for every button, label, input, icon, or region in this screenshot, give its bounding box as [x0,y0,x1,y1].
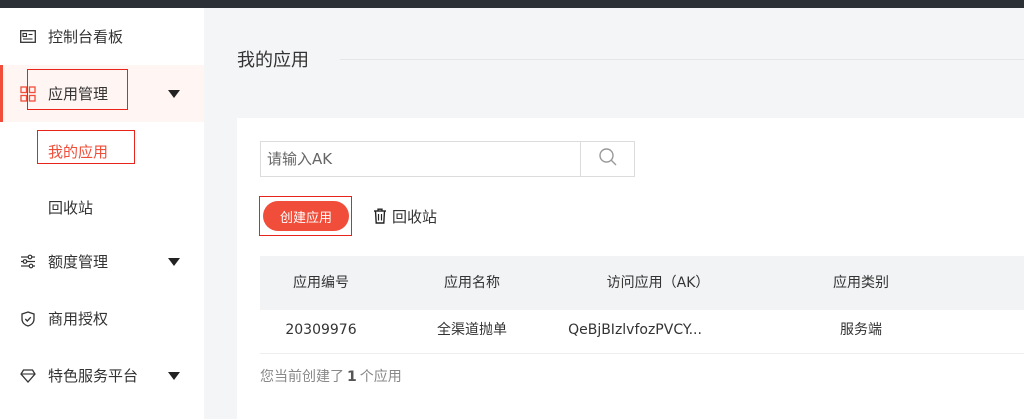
search-box [260,141,635,177]
id-card-icon [19,28,37,46]
column-header-access-key[interactable]: 访问应用（AK） [607,256,710,310]
page-title: 我的应用 [237,50,309,71]
gem-icon [19,367,37,385]
recycle-bin-label: 回收站 [392,207,438,226]
chevron-down-icon [168,257,180,266]
sidebar-item-dashboard[interactable]: 控制台看板 [0,8,204,65]
count-suffix: 个应用 [359,369,402,385]
column-header-app-name[interactable]: 应用名称 [444,256,500,310]
sidebar-subitem-recycle-bin[interactable]: 回收站 [0,179,204,236]
sidebar-subitem-label: 回收站 [48,199,94,217]
highlight-box-my-apps [37,130,135,164]
sidebar-item-quota-management[interactable]: 额度管理 [0,233,204,290]
trash-icon [373,207,389,225]
column-header-app-id[interactable]: 应用编号 [293,256,349,310]
sidebar-item-label: 控制台看板 [48,28,124,46]
sliders-icon [19,253,37,271]
cell-app-name: 全渠道抛单 [437,322,507,338]
column-header-app-category[interactable]: 应用类别 [833,256,889,310]
app-count-text: 您当前创建了 1 个应用 [260,366,402,386]
cell-app-category: 服务端 [840,322,882,338]
highlight-box-app-management [27,69,128,110]
shield-check-icon [19,310,37,328]
top-bar [0,0,1024,8]
search-button[interactable] [580,142,634,176]
sidebar-item-label: 特色服务平台 [48,367,139,385]
title-divider [340,59,1024,60]
ak-search-input[interactable] [261,142,580,176]
sidebar-item-label: 商用授权 [48,310,109,328]
table-row[interactable]: 20309976 全渠道抛单 QeBjBIzlvfozPVCY... 服务端 [260,310,1024,354]
highlight-box-create-app [259,196,352,236]
cell-access-key[interactable]: QeBjBIzlvfozPVCY... [568,310,702,354]
chevron-down-icon [168,371,180,380]
sidebar-item-featured-services[interactable]: 特色服务平台 [0,347,204,404]
count-number: 1 [347,369,357,385]
count-prefix: 您当前创建了 [260,369,344,385]
sidebar-item-label: 额度管理 [48,253,109,271]
chevron-down-icon [168,89,180,98]
search-icon [598,147,618,171]
table-header: 应用编号 应用名称 访问应用（AK） 应用类别 [260,256,1024,310]
recycle-bin-link[interactable]: 回收站 [373,206,437,226]
sidebar-item-commercial-license[interactable]: 商用授权 [0,290,204,347]
cell-app-id: 20309976 [285,322,357,338]
